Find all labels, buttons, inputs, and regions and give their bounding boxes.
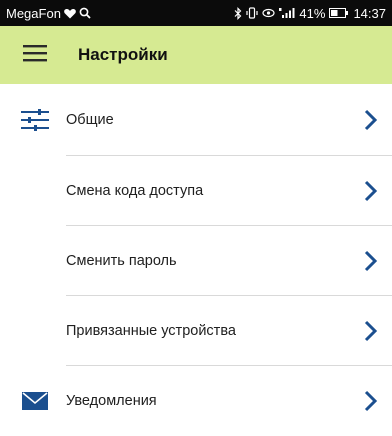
signal-icon	[279, 7, 295, 19]
settings-item-general[interactable]: Общие	[0, 84, 392, 156]
app-bar: Настройки	[0, 26, 392, 84]
envelope-icon	[0, 366, 70, 436]
bluetooth-icon	[234, 6, 242, 20]
hamburger-menu-icon	[23, 44, 47, 67]
menu-button[interactable]	[0, 26, 70, 84]
chevron-right-icon	[364, 390, 378, 412]
settings-item-notifications[interactable]: Уведомления	[0, 366, 392, 436]
page-title: Настройки	[78, 45, 168, 64]
settings-item-change-passcode[interactable]: Смена кода доступа	[0, 156, 392, 226]
settings-list: Общие Смена кода доступа Сменить пароль …	[0, 84, 392, 436]
eye-comfort-icon	[262, 7, 276, 19]
settings-item-label: Уведомления	[66, 393, 157, 409]
settings-item-label: Сменить пароль	[66, 253, 177, 269]
chevron-right-icon	[364, 320, 378, 342]
settings-item-change-password[interactable]: Сменить пароль	[0, 226, 392, 296]
status-bar: MegaFon 41% 14:37	[0, 0, 392, 26]
search-icon	[79, 7, 91, 19]
sliders-icon	[0, 84, 70, 156]
battery-percent: 41%	[299, 5, 326, 21]
settings-item-label: Привязанные устройства	[66, 323, 236, 339]
settings-item-linked-devices[interactable]: Привязанные устройства	[0, 296, 392, 366]
vibrate-icon	[246, 7, 259, 19]
settings-item-label: Общие	[66, 112, 114, 128]
settings-item-label: Смена кода доступа	[66, 183, 204, 199]
status-right: 41% 14:37	[234, 6, 386, 21]
chevron-right-icon	[364, 250, 378, 272]
status-left: MegaFon	[6, 6, 91, 21]
clock: 14:37	[353, 5, 386, 21]
chevron-right-icon	[364, 109, 378, 131]
battery-icon	[329, 8, 349, 18]
carrier-name: MegaFon	[6, 5, 61, 21]
heart-icon	[64, 8, 76, 19]
chevron-right-icon	[364, 180, 378, 202]
